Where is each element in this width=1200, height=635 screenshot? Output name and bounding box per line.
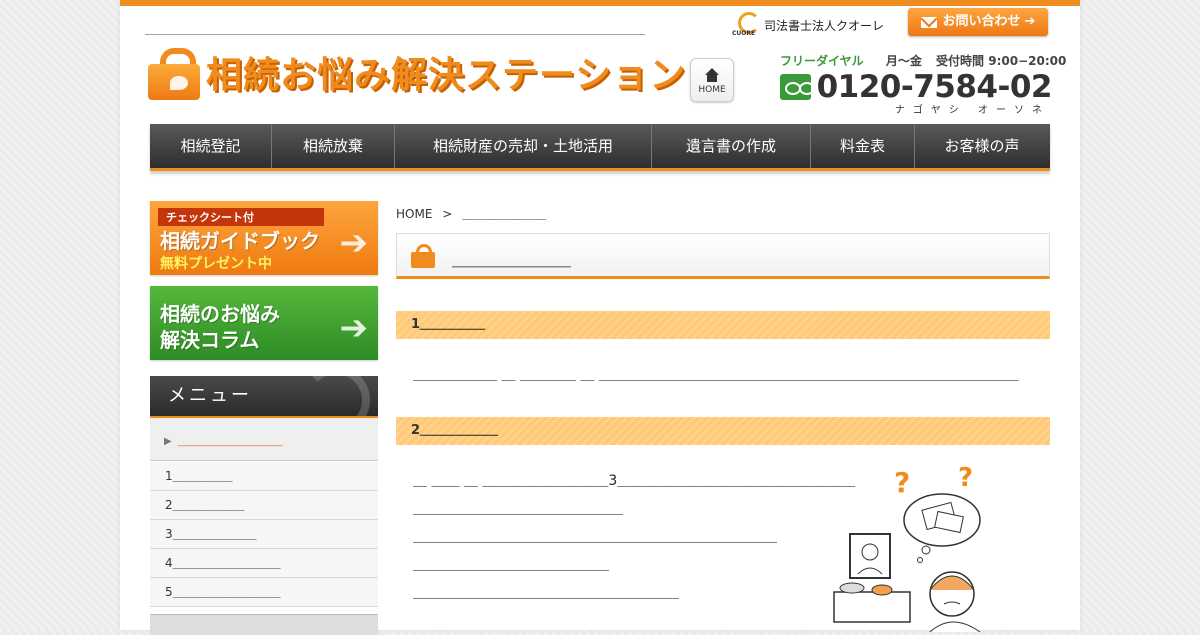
submenu-label: 5＿＿＿＿＿＿＿＿＿ — [165, 585, 281, 599]
mail-icon — [920, 16, 937, 28]
column-subtitle: 解決コラム — [160, 328, 260, 352]
freedial-icon — [780, 74, 815, 100]
nav-item-inheritance-registration[interactable]: 相続登記 — [150, 124, 272, 168]
logo-text: 相続お悩み解決ステーション — [206, 55, 687, 96]
breadcrumb: HOME > ＿＿＿＿＿＿＿ — [396, 205, 546, 222]
section-line: ＿ ＿＿ ＿ ＿＿＿＿＿＿＿＿＿3＿＿＿＿＿＿＿＿＿＿＿＿＿＿＿＿＿ — [413, 473, 856, 489]
page-title-box: ＿＿＿＿＿＿＿ — [396, 233, 1050, 279]
business-hours: 受付時間 9:00−20:00 — [936, 54, 1067, 68]
guidebook-subtitle: 無料プレゼント中 — [160, 256, 272, 272]
submenu-item[interactable]: 3＿＿＿＿＿＿＿ — [150, 520, 378, 549]
guidebook-tag: チェックシート付 — [158, 208, 324, 226]
column-banner[interactable]: 相続のお悩み 解決コラム ➔ — [150, 286, 378, 360]
submenu-item[interactable]: 4＿＿＿＿＿＿＿＿＿ — [150, 549, 378, 578]
top-accent-bar — [120, 0, 1080, 6]
breadcrumb-current: ＿＿＿＿＿＿＿ — [462, 207, 547, 221]
svg-text:?: ? — [894, 466, 910, 499]
page-title: ＿＿＿＿＿＿＿ — [452, 250, 571, 270]
submenu-label: 2＿＿＿＿＿＿ — [165, 498, 245, 512]
freedial-block: フリーダイヤル 月〜金 受付時間 9:00−20:00 0120-7584-02… — [780, 52, 1066, 116]
arrow-right-icon: ➔ — [339, 223, 369, 263]
section-line: ＿＿＿＿＿＿＿＿＿＿＿＿＿＿＿＿＿＿＿ — [413, 585, 679, 601]
breadcrumb-separator: > — [442, 207, 453, 221]
nav-item-property-sale[interactable]: 相続財産の売却・土地活用 — [395, 124, 652, 168]
nav-item-pricing[interactable]: 料金表 — [811, 124, 915, 168]
home-button-label: HOME — [698, 85, 726, 95]
shopping-bag-icon — [411, 244, 435, 268]
freedial-label: フリーダイヤル — [780, 54, 864, 68]
breadcrumb-home[interactable]: HOME — [396, 207, 432, 221]
swirl-icon — [302, 376, 370, 416]
submenu-label: 3＿＿＿＿＿＿＿ — [165, 527, 257, 541]
arrow-right-icon: ➔ — [1024, 14, 1036, 29]
section-heading-text: 1＿＿＿＿＿ — [411, 317, 486, 332]
arrow-right-icon: ➔ — [339, 308, 369, 348]
nav-item-renunciation[interactable]: 相続放棄 — [272, 124, 395, 168]
submenu-item[interactable]: 2＿＿＿＿＿＿ — [150, 491, 378, 520]
section-line: ＿＿＿＿＿＿＿＿＿＿＿＿＿＿＿ — [413, 501, 623, 517]
guidebook-banner[interactable]: チェックシート付 相続ガイドブック 無料プレゼント中 ➔ — [150, 201, 378, 275]
business-days: 月〜金 — [885, 54, 922, 68]
column-title: 相続のお悩み — [160, 302, 280, 326]
section-heading: 1＿＿＿＿＿ — [396, 311, 1050, 339]
menu-item-active[interactable]: ▶ ＿＿＿＿＿＿＿ — [150, 418, 378, 461]
guidebook-title: 相続ガイドブック — [160, 229, 320, 253]
worried-person-illustration: ? ? — [833, 463, 981, 632]
site-tagline: ＿＿＿＿＿＿＿＿＿＿＿＿＿＿＿＿＿＿＿＿＿＿＿＿＿＿＿＿＿＿＿＿＿＿＿＿＿＿＿＿ — [145, 21, 646, 36]
home-button[interactable]: HOME — [690, 58, 734, 102]
section-line: ＿＿＿＿＿＿＿＿＿＿＿＿＿＿ — [413, 557, 609, 573]
nav-item-testimonials[interactable]: お客様の声 — [915, 124, 1049, 168]
contact-button[interactable]: お問い合わせ ➔ — [908, 8, 1048, 36]
submenu-label: 4＿＿＿＿＿＿＿＿＿ — [165, 556, 281, 570]
firm-name: 司法書士法人クオーレ — [764, 18, 885, 33]
menu-title: メニュー — [168, 385, 252, 406]
section-heading: 2＿＿＿＿＿＿ — [396, 417, 1050, 445]
submenu-label: 1＿＿＿＿＿ — [165, 469, 233, 483]
submenu-item[interactable]: 5＿＿＿＿＿＿＿＿＿ — [150, 578, 378, 607]
cuore-logo-text: CUORE — [732, 30, 756, 37]
triangle-right-icon: ▶ — [164, 436, 172, 447]
svg-text:?: ? — [958, 463, 973, 493]
contact-label: お問い合わせ — [942, 14, 1021, 29]
global-nav: 相続登記 相続放棄 相続財産の売却・土地活用 遺言書の作成 料金表 お客様の声 — [150, 124, 1050, 171]
cuore-logo-icon: CUORE — [732, 12, 760, 38]
submenu-item[interactable]: 1＿＿＿＿＿ — [150, 462, 378, 491]
section-heading-text: 2＿＿＿＿＿＿ — [411, 423, 499, 438]
site-logo[interactable]: 相続お悩み解決ステーション — [148, 46, 687, 100]
shopping-bag-icon — [148, 46, 200, 100]
phone-number[interactable]: 0120-7584-02 — [817, 69, 1053, 105]
menu-header: メニュー — [150, 376, 378, 418]
section-paragraph: ＿＿＿＿＿＿ ＿ ＿＿＿＿ ＿ ＿＿＿＿＿＿＿＿＿＿＿＿＿＿＿＿＿＿＿＿＿＿＿＿… — [413, 367, 1019, 383]
home-icon — [705, 68, 719, 82]
firm-brand[interactable]: CUORE 司法書士法人クオーレ — [732, 12, 885, 38]
menu-active-label: ＿＿＿＿＿＿＿ — [177, 430, 283, 448]
nav-item-will[interactable]: 遺言書の作成 — [652, 124, 811, 168]
section-line: ＿＿＿＿＿＿＿＿＿＿＿＿＿＿＿＿＿＿＿＿＿＿＿＿＿＿ — [413, 529, 777, 545]
page-container: ＿＿＿＿＿＿＿＿＿＿＿＿＿＿＿＿＿＿＿＿＿＿＿＿＿＿＿＿＿＿＿＿＿＿＿＿＿＿＿＿… — [120, 0, 1080, 635]
menu-next-section — [150, 614, 378, 635]
